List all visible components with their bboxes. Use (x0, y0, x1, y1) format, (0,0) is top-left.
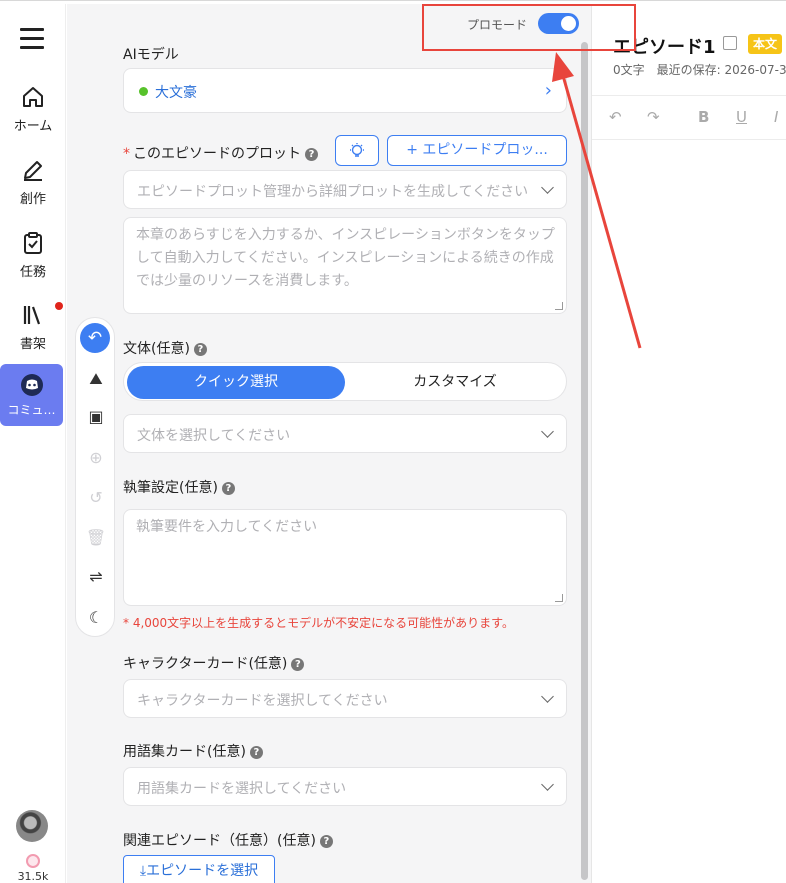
ai-model-selector[interactable]: 大文豪 › (123, 68, 567, 113)
plot-label-row: * このエピソードのプロット? (123, 143, 318, 163)
plot-textarea[interactable]: 本章のあらすじを入力するか、インスピレーションボタンをタップして自動入力してくだ… (123, 217, 567, 314)
episode-plot-button[interactable]: + エピソードプロッ... (387, 135, 567, 166)
character-label-row: キャラクターカード(任意)? (123, 653, 305, 673)
plot-label: このエピソードのプロット (133, 146, 301, 162)
character-select[interactable]: キャラクターカードを選択してください (123, 679, 567, 718)
help-icon[interactable]: ? (221, 482, 235, 495)
character-select-placeholder: キャラクターカードを選択してください (137, 693, 388, 709)
editor-toolbar: ↶ ↷ B U I (592, 108, 786, 132)
tab-quick-select[interactable]: クイック選択 (127, 366, 345, 399)
glossary-select[interactable]: 用語集カードを選択してください (123, 767, 567, 806)
nav-label: ホーム (13, 119, 53, 134)
style-mode-segmented: クイック選択 カスタマイズ (123, 362, 567, 401)
chevron-down-icon (541, 690, 554, 703)
writing-textarea[interactable]: 執筆要件を入力してください (123, 509, 567, 606)
required-mark: * (123, 146, 130, 162)
writing-label-row: 執筆設定(任意)? (123, 477, 235, 497)
plot-select[interactable]: エピソードプロット管理から詳細プロットを生成してください (123, 170, 567, 209)
italic-icon[interactable]: I (774, 108, 778, 126)
writing-textarea-placeholder: 執筆要件を入力してください (136, 519, 318, 535)
select-episode-label: エピソードを選択 (146, 863, 259, 879)
underline-icon[interactable]: U (736, 108, 747, 126)
bold-icon[interactable]: B (698, 108, 709, 126)
trash-icon[interactable]: 🗑 (83, 525, 109, 551)
glossary-select-placeholder: 用語集カードを選択してください (137, 781, 347, 797)
divider (592, 95, 786, 96)
nav-item-home[interactable]: ホーム (0, 84, 66, 134)
nav-label: 書架 (19, 337, 46, 352)
chevron-right-icon: › (544, 80, 552, 101)
nav-item-tasks[interactable]: 任務 (0, 230, 66, 280)
swap-icon[interactable]: ⇌ (83, 564, 109, 590)
editor-meta: 0文字 最近の保存: 2026-07-31 (613, 63, 786, 77)
inspiration-button[interactable] (335, 135, 379, 166)
points-stat[interactable]: 31.5k (0, 854, 66, 883)
model-status-dot (139, 87, 148, 96)
nav-item-create[interactable]: 創作 (0, 157, 66, 207)
redo-icon[interactable]: ↷ (647, 108, 660, 126)
undo-icon[interactable]: ↶ (609, 108, 622, 126)
landscape-icon[interactable]: ⛰ (83, 366, 109, 392)
glossary-label-row: 用語集カード(任意)? (123, 741, 263, 761)
editor-pane: エピソード1 本文 0文字 最近の保存: 2026-07-31 ↶ ↷ B U … (591, 4, 786, 883)
undo-circle-icon[interactable]: ↶ (80, 323, 110, 353)
pencil-icon (24, 161, 42, 181)
style-label: 文体(任意) (123, 341, 190, 357)
flower-icon (26, 854, 40, 868)
help-icon[interactable]: ? (249, 746, 263, 759)
help-icon[interactable]: ? (291, 658, 305, 671)
points-value: 31.5k (17, 870, 49, 883)
history-icon[interactable]: ↺ (83, 485, 109, 511)
edit-icon[interactable] (723, 36, 737, 50)
related-label: 関連エピソード（任意）(任意) (123, 833, 316, 849)
hamburger-menu-icon[interactable] (20, 28, 44, 49)
user-avatar[interactable] (16, 810, 48, 842)
plot-select-placeholder: エピソードプロット管理から詳細プロットを生成してください (137, 184, 529, 200)
resize-handle[interactable] (555, 594, 563, 602)
chevron-down-icon (541, 778, 554, 791)
plot-textarea-placeholder: 本章のあらすじを入力するか、インスピレーションボタンをタップして自動入力してくだ… (136, 227, 555, 289)
nav-label: 任務 (19, 265, 46, 280)
resize-handle[interactable] (555, 302, 563, 310)
help-icon[interactable]: ? (193, 343, 207, 356)
annotation-highlight-box (422, 4, 636, 51)
panel-scrollbar[interactable] (581, 42, 588, 880)
lightbulb-icon (350, 143, 364, 157)
character-label: キャラクターカード(任意) (123, 656, 288, 672)
left-navigation: ホーム 創作 任務 書架 コミュ… 31.5k (0, 4, 66, 883)
ai-model-value: 大文豪 (155, 85, 197, 101)
help-icon[interactable]: ? (319, 835, 333, 848)
glossary-label: 用語集カード(任意) (123, 744, 246, 760)
nav-label: 創作 (19, 192, 46, 207)
divider (592, 139, 786, 140)
discord-icon (20, 374, 43, 396)
moon-icon[interactable]: ☾ (83, 605, 109, 631)
tab-customize[interactable]: カスタマイズ (346, 366, 564, 399)
book-icon[interactable]: ▣ (83, 404, 109, 430)
ai-model-label: AIモデル (123, 47, 179, 63)
bookshelf-icon (23, 306, 41, 325)
chevron-down-icon (541, 425, 554, 438)
help-icon[interactable]: ? (305, 148, 318, 161)
add-circle-icon[interactable]: ⊕ (83, 445, 109, 471)
style-select[interactable]: 文体を選択してください (123, 414, 567, 453)
nav-item-community[interactable]: コミュ… (0, 364, 63, 426)
writing-label: 執筆設定(任意) (123, 480, 218, 496)
clipboard-check-icon (24, 232, 42, 254)
nav-label: コミュ… (7, 403, 56, 417)
floating-toolbar: ↶ ⛰ ▣ ⊕ ↺ 🗑 ⇌ ☾ (75, 317, 115, 637)
chevron-down-icon (541, 181, 554, 194)
length-warning: * 4,000文字以上を生成するとモデルが不安定になる可能性があります。 (123, 616, 514, 630)
home-icon (23, 87, 43, 107)
content-badge: 本文 (748, 34, 783, 54)
style-select-placeholder: 文体を選択してください (137, 428, 291, 444)
related-label-row: 関連エピソード（任意）(任意)? (123, 830, 333, 850)
notification-dot (55, 302, 63, 310)
select-episode-button[interactable]: ⤓エピソードを選択 (123, 855, 275, 883)
style-label-row: 文体(任意)? (123, 338, 207, 358)
